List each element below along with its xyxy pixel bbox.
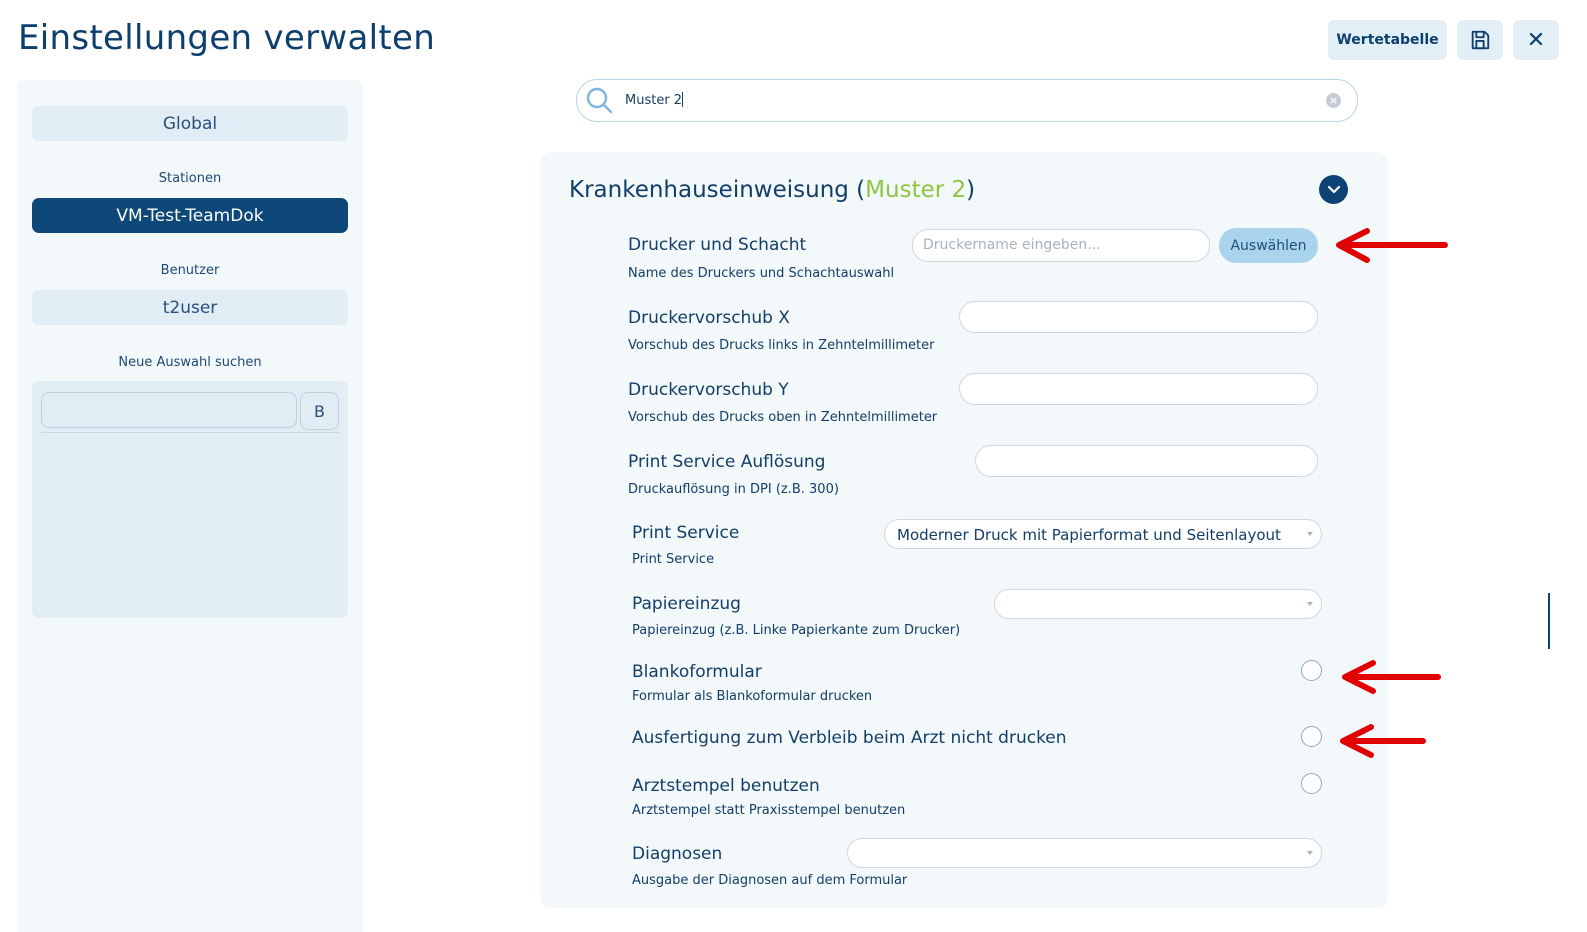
row-desc: Vorschub des Drucks oben in Zehntelmilli…: [628, 410, 938, 425]
wertetabelle-button[interactable]: Wertetabelle: [1328, 20, 1447, 60]
divider: [41, 432, 339, 433]
search-icon: [586, 87, 613, 114]
row-label: Papiereinzug: [632, 594, 741, 614]
red-arrow-icon: [1342, 660, 1441, 694]
arztstempel-checkbox[interactable]: [1301, 773, 1322, 794]
red-arrow-icon: [1336, 228, 1448, 263]
print-service-value: Moderner Druck mit Papierformat und Seit…: [897, 526, 1281, 544]
row-label: Blankoformular: [632, 662, 762, 682]
panel-title: Krankenhauseinweisung (Muster 2): [569, 177, 975, 203]
chevron-down-icon: [1307, 532, 1313, 536]
settings-search-input[interactable]: Muster 2 ×: [576, 79, 1358, 122]
red-arrow-icon: [1340, 724, 1426, 758]
row-label: Ausfertigung zum Verbleib beim Arzt nich…: [632, 728, 1067, 748]
chevron-down-icon: [1307, 602, 1313, 606]
row-desc: Papiereinzug (z.B. Linke Papierkante zum…: [632, 623, 961, 638]
diagnosen-select[interactable]: [847, 838, 1322, 868]
benutzer-heading: Benutzer: [160, 263, 220, 278]
chevron-down-icon: [1327, 185, 1340, 193]
row-desc: Formular als Blankoformular drucken: [632, 689, 873, 704]
panel-title-prefix: Krankenhauseinweisung (: [569, 177, 866, 203]
selection-search-input[interactable]: [41, 392, 297, 428]
panel-title-suffix: ): [966, 177, 976, 203]
row-desc: Vorschub des Drucks links in Zehntelmill…: [628, 338, 935, 353]
blankoformular-checkbox[interactable]: [1301, 660, 1322, 681]
ausfertigung-checkbox[interactable]: [1301, 726, 1322, 747]
panel-title-accent: Muster 2: [865, 177, 967, 203]
settings-panel: Krankenhauseinweisung (Muster 2) Drucker…: [540, 152, 1388, 908]
clear-icon[interactable]: ×: [1326, 93, 1341, 108]
search-value: Muster 2: [625, 93, 683, 108]
row-desc: Arztstempel statt Praxisstempel benutzen: [632, 803, 906, 818]
printer-name-input[interactable]: Druckername eingeben...: [912, 229, 1210, 262]
stationen-heading: Stationen: [158, 171, 222, 186]
druckervorschub-y-input[interactable]: [959, 373, 1318, 405]
save-button[interactable]: [1457, 20, 1503, 60]
row-label: Print Service Auflösung: [628, 452, 826, 472]
close-button[interactable]: ✕: [1513, 20, 1559, 60]
sidebar: Global Stationen VM-Test-TeamDok Benutze…: [17, 80, 363, 932]
print-resolution-input[interactable]: [975, 445, 1318, 477]
row-desc: Print Service: [632, 552, 715, 567]
row-desc: Ausgabe der Diagnosen auf dem Formular: [632, 873, 908, 888]
page-title: Einstellungen verwalten: [18, 18, 436, 58]
selection-search-button[interactable]: B: [300, 392, 339, 430]
papiereinzug-select[interactable]: [994, 589, 1322, 619]
selection-search-box: B: [32, 381, 348, 618]
row-label: Arztstempel benutzen: [632, 776, 820, 796]
print-service-select[interactable]: Moderner Druck mit Papierformat und Seit…: [884, 519, 1322, 549]
row-desc: Druckauflösung in DPI (z.B. 300): [628, 482, 839, 497]
row-label: Druckervorschub Y: [628, 380, 789, 400]
sidebar-item-station[interactable]: VM-Test-TeamDok: [32, 198, 348, 233]
close-icon: ✕: [1526, 27, 1546, 53]
save-icon: [1471, 30, 1490, 50]
sidebar-item-user[interactable]: t2user: [32, 290, 348, 325]
row-desc: Name des Druckers und Schachtauswahl: [628, 266, 895, 281]
sidebar-item-global[interactable]: Global: [32, 106, 348, 141]
printer-name-placeholder: Druckername eingeben...: [923, 237, 1101, 253]
text-caret: [682, 92, 684, 107]
neue-auswahl-heading: Neue Auswahl suchen: [118, 355, 262, 370]
row-label: Print Service: [632, 523, 740, 543]
auswaehlen-button[interactable]: Auswählen: [1219, 228, 1318, 263]
row-label: Drucker und Schacht: [628, 235, 807, 255]
druckervorschub-x-input[interactable]: [959, 301, 1318, 333]
row-label: Diagnosen: [632, 844, 723, 864]
chevron-down-icon: [1307, 851, 1313, 855]
collapse-button[interactable]: [1319, 175, 1348, 204]
row-label: Druckervorschub X: [628, 308, 790, 328]
scrollbar[interactable]: [1548, 593, 1550, 649]
